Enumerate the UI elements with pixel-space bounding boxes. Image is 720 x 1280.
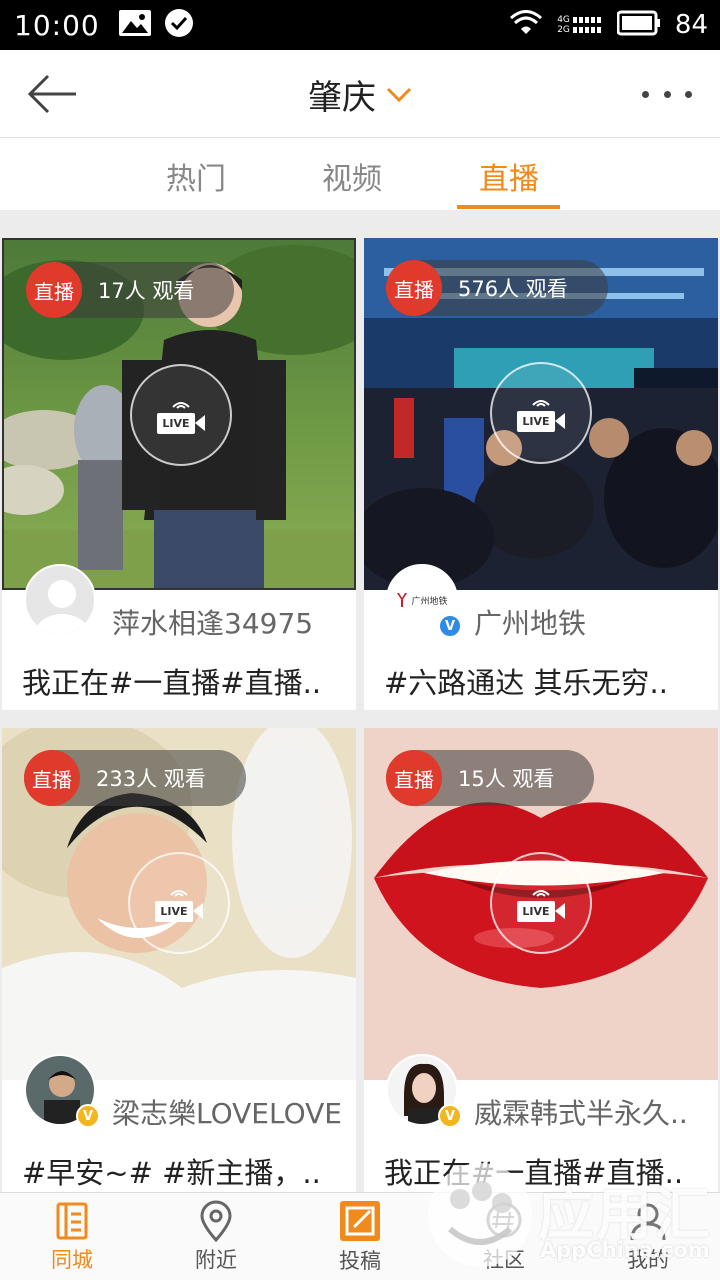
nav-label: 投稿: [339, 1248, 381, 1273]
nav-item-community[interactable]: 社区: [432, 1193, 576, 1280]
live-camera-icon: LIVE: [155, 900, 203, 922]
more-dot-icon: [642, 90, 649, 98]
live-badge: 直播: [24, 750, 80, 806]
community-icon: [486, 1202, 522, 1237]
nav-item-city[interactable]: 同城: [0, 1193, 144, 1280]
viewer-count: 233人 观看: [96, 767, 206, 791]
live-thumbnail[interactable]: 直播 233人 观看 LIVE: [2, 728, 356, 1080]
verified-badge-icon: V: [76, 1104, 100, 1128]
live-status-pill: 直播 17人 观看: [26, 262, 235, 318]
live-card[interactable]: 直播 17人 观看 LIVE 萍水相逢34975 我正在#一直播#直播..: [2, 238, 356, 710]
live-caption: #六路通达 其乐无穷..: [384, 666, 668, 700]
nav-item-nearby[interactable]: 附近: [144, 1193, 288, 1280]
live-caption: #早安~# #新主播，..: [22, 1156, 321, 1190]
signal-icon: 4G 2G: [557, 13, 603, 37]
live-badge: 直播: [386, 750, 442, 806]
author-row: 萍水相逢34975: [2, 564, 356, 652]
profile-icon: [630, 1203, 666, 1240]
live-thumbnail[interactable]: 直播 17人 观看 LIVE: [2, 238, 356, 590]
nav-label: 同城: [51, 1247, 93, 1272]
live-play-button[interactable]: LIVE: [130, 364, 232, 466]
more-dot-icon: [663, 90, 671, 98]
broadcast-signal-icon: [172, 401, 190, 409]
verified-badge-icon: V: [438, 614, 462, 638]
category-tabs: 热门 视频 直播: [0, 138, 720, 210]
author-name[interactable]: 威霖韩式半永久..: [474, 1092, 714, 1132]
nav-label: 附近: [195, 1247, 237, 1272]
nav-label: 社区: [483, 1247, 525, 1272]
author-name[interactable]: 萍水相逢34975: [112, 602, 352, 642]
more-dot-icon: [685, 90, 692, 98]
check-circle-icon: [164, 8, 194, 42]
live-play-button[interactable]: LIVE: [490, 852, 592, 954]
author-name[interactable]: 梁志樂LOVELOVE: [112, 1092, 352, 1132]
status-time: 10:00: [14, 8, 100, 42]
metro-logo: 广州地铁: [396, 592, 448, 608]
city-selector[interactable]: 肇庆: [308, 70, 412, 119]
live-badge: 直播: [386, 260, 442, 316]
tab-video[interactable]: 视频: [300, 154, 404, 198]
author-row: V 梁志樂LOVELOVE: [2, 1054, 356, 1142]
live-play-button[interactable]: LIVE: [490, 362, 592, 464]
bottom-navigation: 同城 附近 投稿 社区 我的: [0, 1192, 720, 1280]
chevron-down-icon: [386, 87, 412, 102]
live-status-pill: 直播 233人 观看: [24, 750, 246, 806]
live-camera-icon: LIVE: [157, 412, 205, 434]
location-pin-icon: [200, 1200, 232, 1242]
metro-logo-icon: [397, 593, 408, 607]
image-notification-icon: [118, 9, 152, 41]
nav-label: 我的: [627, 1247, 669, 1272]
network-type-2g: 2G: [557, 25, 570, 35]
viewer-count: 576人 观看: [458, 277, 568, 301]
live-card[interactable]: 直播 233人 观看 LIVE V 梁志樂LOVELOVE #早安~# #新主播…: [2, 728, 356, 1192]
broadcast-signal-icon: [532, 399, 550, 407]
city-selector-wrap: 肇庆: [0, 70, 720, 119]
live-thumbnail[interactable]: 直播 576人 观看 LIVE: [364, 238, 718, 590]
top-header: 肇庆: [0, 50, 720, 138]
broadcast-signal-icon: [532, 889, 550, 897]
city-name: 肇庆: [308, 78, 376, 118]
live-feed: 直播 17人 观看 LIVE 萍水相逢34975 我正在#一直播#直播.. 直播…: [0, 238, 720, 1192]
author-name[interactable]: 广州地铁: [474, 602, 714, 642]
live-caption: 我正在#一直播#直播..: [384, 1156, 684, 1190]
more-button[interactable]: [642, 80, 692, 108]
live-thumbnail[interactable]: 直播 15人 观看 LIVE: [364, 728, 718, 1080]
live-status-pill: 直播 15人 观看: [386, 750, 595, 806]
author-row: 广州地铁 V 广州地铁: [364, 564, 718, 652]
default-avatar-icon: [26, 566, 94, 634]
author-row: V 威霖韩式半永久..: [364, 1054, 718, 1142]
city-icon: [56, 1202, 88, 1239]
live-card[interactable]: 直播 15人 观看 LIVE V 威霖韩式半永久.. 我正在#一直播#直播..: [364, 728, 718, 1192]
wifi-icon: [509, 10, 543, 40]
viewer-count: 17人 观看: [98, 279, 195, 303]
live-caption: 我正在#一直播#直播..: [22, 666, 322, 700]
live-camera-icon: LIVE: [517, 900, 565, 922]
viewer-count: 15人 观看: [458, 767, 555, 791]
metro-logo-text: 广州地铁: [411, 596, 448, 607]
battery-icon: [616, 10, 661, 40]
avatar[interactable]: [24, 564, 96, 636]
compose-icon: [340, 1200, 380, 1241]
broadcast-signal-icon: [170, 889, 188, 897]
live-badge: 直播: [26, 262, 82, 318]
verified-badge-icon: V: [438, 1104, 462, 1128]
live-camera-icon: LIVE: [517, 410, 565, 432]
tab-hot[interactable]: 热门: [144, 154, 248, 198]
nav-item-post[interactable]: 投稿: [288, 1193, 432, 1280]
battery-level: 84: [674, 10, 708, 40]
live-status-pill: 直播 576人 观看: [386, 260, 608, 316]
nav-item-me[interactable]: 我的: [576, 1193, 720, 1280]
tab-live[interactable]: 直播: [457, 154, 561, 198]
status-bar: 10:00 4G 2G 84: [0, 0, 720, 50]
live-card[interactable]: 直播 576人 观看 LIVE 广州地铁 V 广州地铁 #六路通达 其乐无穷..: [364, 238, 718, 710]
live-play-button[interactable]: LIVE: [128, 852, 230, 954]
network-type-4g: 4G: [557, 15, 570, 25]
active-tab-indicator: [457, 205, 560, 209]
